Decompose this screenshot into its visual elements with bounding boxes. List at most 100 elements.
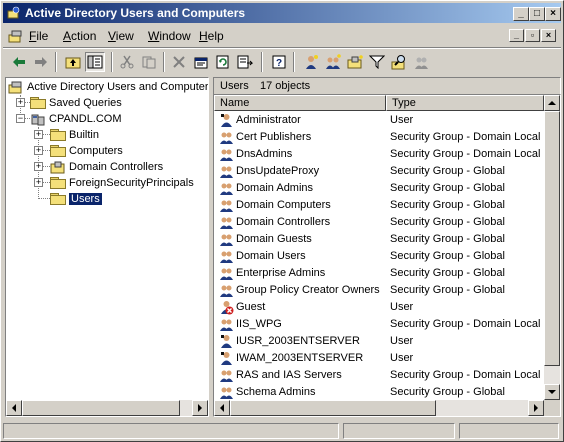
row-name: DnsAdmins [236, 148, 293, 160]
tree-item-domain[interactable]: CPANDL.COM [30, 111, 122, 127]
delete-icon[interactable] [169, 52, 189, 72]
minimize-button[interactable]: _ [513, 7, 529, 21]
row-type: Security Group - Global [390, 386, 505, 398]
row-type: Security Group - Global [390, 250, 505, 262]
cut-icon[interactable] [117, 52, 137, 72]
mdi-close-button[interactable]: × [541, 29, 556, 42]
forward-icon[interactable] [31, 52, 51, 72]
row-type: Security Group - Global [390, 165, 505, 177]
row-name: Enterprise Admins [236, 267, 326, 279]
row-type: Security Group - Domain Local [390, 318, 541, 330]
menu-file[interactable]: File [29, 29, 48, 43]
menu-view[interactable]: View [108, 29, 134, 43]
tree-root-label: Active Directory Users and Computer [27, 81, 209, 93]
status-panel-secondary [343, 423, 455, 439]
scroll-thumb[interactable] [22, 400, 180, 416]
ad-snapin-icon [8, 81, 22, 94]
row-type: Security Group - Global [390, 216, 505, 228]
scroll-thumb[interactable] [230, 400, 436, 416]
tree-item-builtin[interactable]: Builtin [50, 127, 99, 143]
tree-horizontal-scrollbar[interactable] [6, 400, 208, 416]
filter-icon[interactable] [367, 52, 387, 72]
console-tree-icon[interactable] [7, 28, 23, 44]
scroll-up-arrow-icon[interactable] [544, 95, 560, 111]
tree-item-foreign-security-principals[interactable]: ForeignSecurityPrincipals [50, 175, 194, 191]
row-type: Security Group - Domain Local [390, 369, 541, 381]
add-to-group-icon[interactable] [411, 52, 431, 72]
group-icon [219, 232, 234, 247]
row-name: RAS and IAS Servers [236, 369, 342, 381]
tree-item-domain-controllers[interactable]: Domain Controllers [50, 159, 163, 175]
expand-builtin[interactable]: + [34, 130, 43, 139]
row-type: Security Group - Global [390, 233, 505, 245]
row-type: Security Group - Global [390, 199, 505, 211]
menu-help[interactable]: Help [199, 29, 224, 43]
up-folder-icon[interactable] [63, 52, 83, 72]
back-icon[interactable] [9, 52, 29, 72]
scroll-right-arrow-icon[interactable] [528, 400, 544, 416]
scroll-left-arrow-icon[interactable] [6, 400, 22, 416]
row-type: Security Group - Domain Local [390, 148, 541, 160]
group-icon [219, 147, 234, 162]
row-type: Security Group - Domain Local [390, 131, 541, 143]
tree-item-saved-queries[interactable]: Saved Queries [30, 95, 122, 111]
results-vertical-scrollbar[interactable] [544, 95, 560, 400]
menu-window[interactable]: Window [148, 29, 191, 43]
expand-saved-queries[interactable]: + [16, 98, 25, 107]
tree-item-label: ForeignSecurityPrincipals [69, 177, 194, 189]
console-tree: Active Directory Users and Computer + Sa… [5, 77, 209, 417]
help-icon[interactable]: ? [269, 52, 289, 72]
app-icon [7, 6, 20, 19]
scroll-down-arrow-icon[interactable] [544, 384, 560, 400]
close-button[interactable]: × [545, 7, 561, 21]
row-name: Domain Controllers [236, 216, 331, 228]
scroll-right-arrow-icon[interactable] [192, 400, 208, 416]
copy-icon[interactable] [139, 52, 159, 72]
expand-foreign-security-principals[interactable]: + [34, 178, 43, 187]
tree-item-label: CPANDL.COM [49, 113, 122, 125]
collapse-domain[interactable]: − [16, 114, 25, 123]
scroll-thumb[interactable] [544, 111, 560, 366]
mdi-restore-button[interactable]: ▫ [525, 29, 540, 42]
row-name: DnsUpdateProxy [236, 165, 320, 177]
create-user-icon[interactable] [301, 52, 321, 72]
expand-domain-controllers[interactable]: + [34, 162, 43, 171]
folder-icon [50, 177, 66, 189]
folder-icon [30, 97, 46, 109]
row-name: Domain Guests [236, 233, 312, 245]
column-header-name[interactable]: Name [214, 95, 386, 111]
tree-root[interactable]: Active Directory Users and Computer [8, 79, 209, 95]
group-icon [219, 198, 234, 213]
group-icon [219, 181, 234, 196]
title-bar[interactable]: Active Directory Users and Computers _ □… [3, 3, 561, 23]
folder-icon [50, 145, 66, 157]
results-horizontal-scrollbar[interactable] [214, 400, 544, 416]
row-name: Domain Admins [236, 182, 314, 194]
tree-item-computers[interactable]: Computers [50, 143, 123, 159]
maximize-button[interactable]: □ [529, 7, 545, 21]
mdi-minimize-button[interactable]: _ [509, 29, 524, 42]
status-panel-tertiary [459, 423, 559, 439]
mmc-window: Active Directory Users and Computers _ □… [0, 0, 564, 442]
menu-bar: File Action View Window Help [3, 25, 561, 47]
menu-action[interactable]: Action [63, 29, 96, 43]
user-icon [219, 351, 234, 366]
disabled-user-icon [219, 300, 234, 315]
row-type: Security Group - Global [390, 267, 505, 279]
column-header-type[interactable]: Type [386, 95, 544, 111]
show-hide-tree-icon[interactable] [85, 52, 105, 72]
row-name: Cert Publishers [236, 131, 312, 143]
row-name: Domain Computers [236, 199, 331, 211]
row-name: IIS_WPG [236, 318, 282, 330]
create-group-icon[interactable] [323, 52, 343, 72]
tree-item-users[interactable]: Users [50, 191, 103, 207]
create-ou-icon[interactable] [345, 52, 365, 72]
row-name: Administrator [236, 114, 301, 126]
row-name: Guest [236, 301, 266, 313]
properties-icon[interactable] [191, 52, 211, 72]
refresh-icon[interactable] [213, 52, 233, 72]
find-icon[interactable] [389, 52, 409, 72]
expand-computers[interactable]: + [34, 146, 43, 155]
export-list-icon[interactable] [235, 52, 255, 72]
scroll-left-arrow-icon[interactable] [214, 400, 230, 416]
